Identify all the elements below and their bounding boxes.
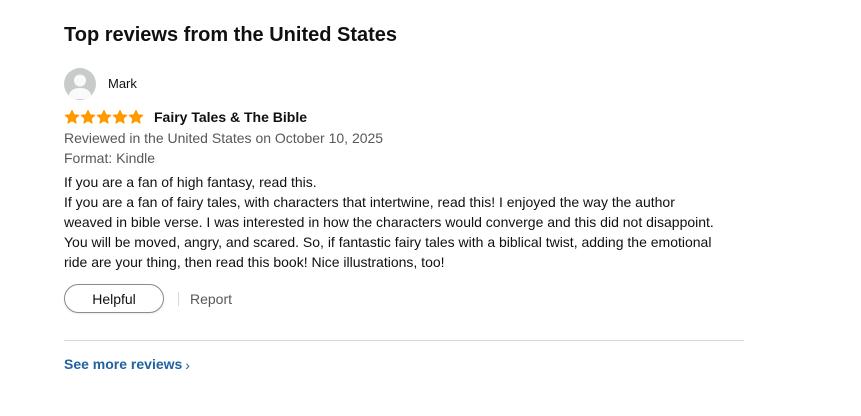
review-body-line: If you are a fan of fairy tales, with ch…	[64, 194, 675, 210]
reviewer-name[interactable]: Mark	[108, 76, 137, 92]
star-icon	[112, 109, 128, 124]
star-icon	[64, 109, 80, 124]
review-body-line: You will be moved, angry, and scared. So…	[64, 234, 712, 250]
section-title: Top reviews from the United States	[64, 24, 398, 46]
star-rating[interactable]	[64, 109, 144, 125]
review-format[interactable]: Format: Kindle	[64, 148, 744, 168]
action-divider	[178, 291, 179, 306]
review-body-line: If you are a fan of high fantasy, read t…	[64, 174, 317, 190]
star-icon	[96, 109, 112, 124]
see-more-label: See more reviews	[64, 356, 183, 372]
review-card: Mark Fairy Tales & The Bible Reviewed in…	[64, 68, 744, 314]
star-icon	[80, 109, 96, 124]
review-body-line: ride are your thing, then read this book…	[64, 254, 445, 270]
reviews-section: Top reviews from the United States Mark …	[64, 22, 744, 374]
review-title[interactable]: Fairy Tales & The Bible	[154, 107, 307, 127]
review-title-row: Fairy Tales & The Bible	[64, 107, 744, 127]
star-icon	[128, 109, 144, 124]
chevron-right-icon: ›	[185, 357, 190, 373]
avatar[interactable]	[64, 68, 96, 100]
reviewer-profile[interactable]: Mark	[64, 68, 744, 100]
helpful-button[interactable]: Helpful	[64, 284, 164, 313]
review-body-line: weaved in bible verse. I was interested …	[64, 214, 714, 230]
section-divider	[64, 340, 744, 341]
report-link[interactable]: Report	[190, 291, 232, 307]
review-body: If you are a fan of high fantasy, read t…	[64, 172, 744, 272]
review-actions: Helpful Report	[64, 283, 744, 314]
user-silhouette-icon	[68, 74, 92, 99]
see-more-reviews-link[interactable]: See more reviews ›	[64, 356, 190, 372]
review-date: Reviewed in the United States on October…	[64, 130, 384, 146]
